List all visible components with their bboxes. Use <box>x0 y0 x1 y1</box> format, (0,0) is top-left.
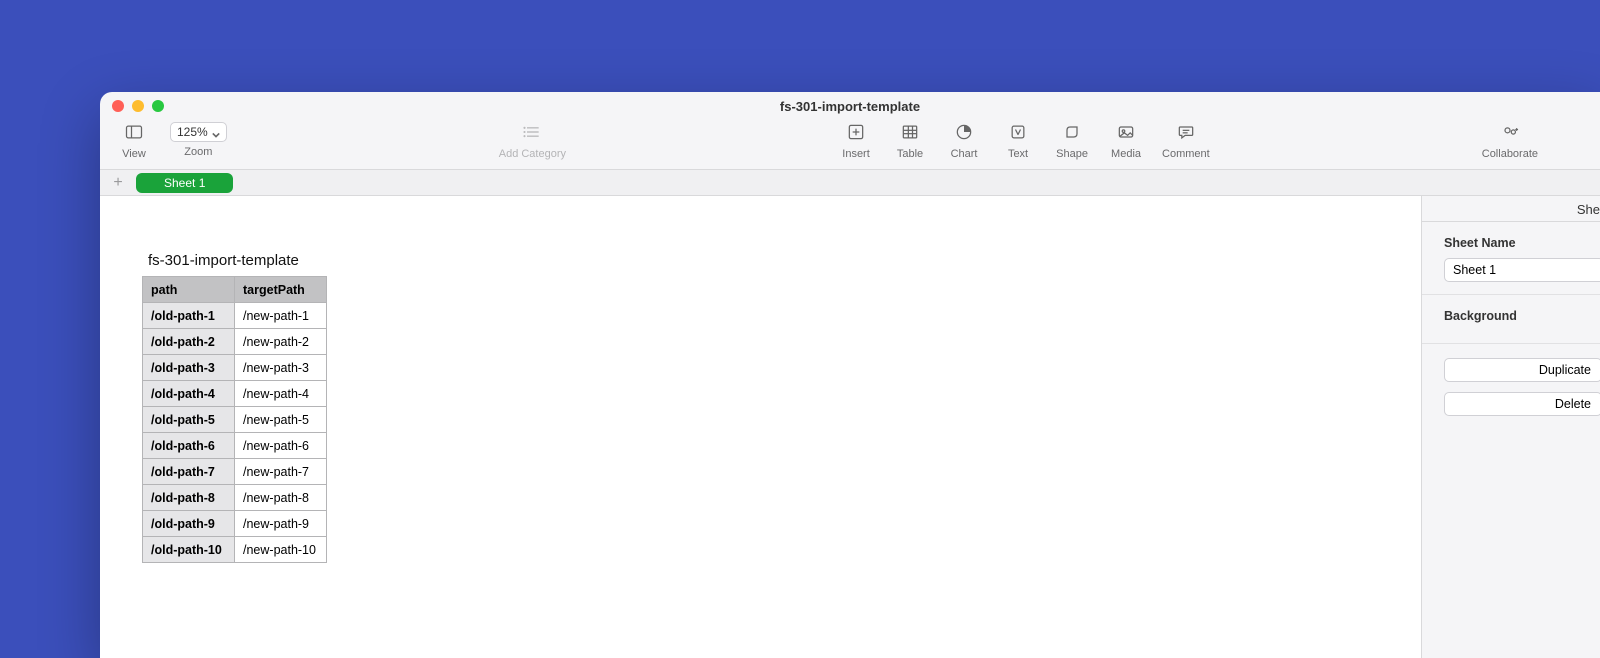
table-icon <box>900 120 920 144</box>
data-table[interactable]: path targetPath /old-path-1/new-path-1/o… <box>142 276 327 563</box>
cell[interactable]: /new-path-10 <box>235 537 327 563</box>
media-label: Media <box>1111 148 1141 160</box>
cell[interactable]: /new-path-1 <box>235 303 327 329</box>
chevron-down-icon <box>212 128 220 136</box>
cell[interactable]: /new-path-6 <box>235 433 327 459</box>
table-row[interactable]: /old-path-8/new-path-8 <box>143 485 327 511</box>
zoom-select[interactable]: 125% <box>170 122 227 142</box>
collaborate-button[interactable]: Collaborate <box>1476 120 1544 160</box>
sheet-tab-active[interactable]: Sheet 1 <box>136 173 233 193</box>
table-row[interactable]: /old-path-5/new-path-5 <box>143 407 327 433</box>
table-title[interactable]: fs-301-import-template <box>148 252 299 269</box>
row-header-cell[interactable]: /old-path-9 <box>143 511 235 537</box>
app-window: fs-301-import-template View 125% Zoom Ad… <box>100 92 1600 658</box>
cell[interactable]: /new-path-2 <box>235 329 327 355</box>
table-button[interactable]: Table <box>886 120 934 160</box>
table-row[interactable]: /old-path-3/new-path-3 <box>143 355 327 381</box>
comment-icon <box>1176 120 1196 144</box>
add-category-button[interactable]: Add Category <box>493 120 572 160</box>
row-header-cell[interactable]: /old-path-4 <box>143 381 235 407</box>
chart-icon <box>954 120 974 144</box>
insert-icon <box>846 120 866 144</box>
table-row[interactable]: /old-path-10/new-path-10 <box>143 537 327 563</box>
zoom-label: Zoom <box>184 146 212 158</box>
table-row[interactable]: /old-path-4/new-path-4 <box>143 381 327 407</box>
close-icon[interactable] <box>112 100 124 112</box>
cell[interactable]: /new-path-5 <box>235 407 327 433</box>
sidebar-icon <box>124 120 144 144</box>
row-header-cell[interactable]: /old-path-8 <box>143 485 235 511</box>
shape-button[interactable]: Shape <box>1048 120 1096 160</box>
insert-label: Insert <box>842 148 870 160</box>
text-button[interactable]: Text <box>994 120 1042 160</box>
row-header-cell[interactable]: /old-path-10 <box>143 537 235 563</box>
row-header-cell[interactable]: /old-path-5 <box>143 407 235 433</box>
add-category-label: Add Category <box>499 148 566 160</box>
table-row[interactable]: /old-path-1/new-path-1 <box>143 303 327 329</box>
row-header-cell[interactable]: /old-path-6 <box>143 433 235 459</box>
cell[interactable]: /new-path-4 <box>235 381 327 407</box>
chart-button[interactable]: Chart <box>940 120 988 160</box>
row-header-cell[interactable]: /old-path-2 <box>143 329 235 355</box>
add-sheet-button[interactable]: + <box>108 174 128 192</box>
row-header-cell[interactable]: /old-path-7 <box>143 459 235 485</box>
duplicate-button[interactable]: Duplicate <box>1444 358 1600 382</box>
table-header-row[interactable]: path targetPath <box>143 277 327 303</box>
zoom-button[interactable]: 125% Zoom <box>164 120 233 158</box>
text-icon <box>1008 120 1028 144</box>
background-label: Background <box>1444 309 1600 323</box>
titlebar: fs-301-import-template <box>100 92 1600 120</box>
background-section: Background <box>1422 295 1600 344</box>
inspector-tab[interactable]: She <box>1422 196 1600 222</box>
sheet-name-section: Sheet Name <box>1422 222 1600 295</box>
table-row[interactable]: /old-path-9/new-path-9 <box>143 511 327 537</box>
window-title: fs-301-import-template <box>100 99 1600 114</box>
inspector-panel: She Sheet Name Background Duplicate Dele… <box>1422 196 1600 658</box>
chart-label: Chart <box>951 148 978 160</box>
collaborate-label: Collaborate <box>1482 148 1538 160</box>
cell[interactable]: /new-path-8 <box>235 485 327 511</box>
minimize-icon[interactable] <box>132 100 144 112</box>
row-header-cell[interactable]: /old-path-1 <box>143 303 235 329</box>
col-header-targetpath[interactable]: targetPath <box>235 277 327 303</box>
view-label: View <box>122 148 146 160</box>
media-button[interactable]: Media <box>1102 120 1150 160</box>
traffic-lights <box>112 100 164 112</box>
row-header-cell[interactable]: /old-path-3 <box>143 355 235 381</box>
toolbar: View 125% Zoom Add Category Insert <box>100 120 1600 170</box>
table-row[interactable]: /old-path-7/new-path-7 <box>143 459 327 485</box>
table-row[interactable]: /old-path-2/new-path-2 <box>143 329 327 355</box>
cell[interactable]: /new-path-9 <box>235 511 327 537</box>
media-icon <box>1116 120 1136 144</box>
cell[interactable]: /new-path-7 <box>235 459 327 485</box>
text-label: Text <box>1008 148 1028 160</box>
cell[interactable]: /new-path-3 <box>235 355 327 381</box>
insert-button[interactable]: Insert <box>832 120 880 160</box>
col-header-path[interactable]: path <box>143 277 235 303</box>
collaborate-icon <box>1500 120 1520 144</box>
maximize-icon[interactable] <box>152 100 164 112</box>
view-button[interactable]: View <box>110 120 158 160</box>
comment-button[interactable]: Comment <box>1156 120 1216 160</box>
shape-icon <box>1062 120 1082 144</box>
delete-button[interactable]: Delete <box>1444 392 1600 416</box>
list-icon <box>522 120 542 144</box>
shape-label: Shape <box>1056 148 1088 160</box>
comment-label: Comment <box>1162 148 1210 160</box>
sheet-name-label: Sheet Name <box>1444 236 1600 250</box>
sheet-name-input[interactable] <box>1444 258 1600 282</box>
table-row[interactable]: /old-path-6/new-path-6 <box>143 433 327 459</box>
table-label: Table <box>897 148 923 160</box>
zoom-value: 125% <box>177 125 208 139</box>
sheet-tabs-bar: + Sheet 1 <box>100 170 1600 196</box>
canvas[interactable]: fs-301-import-template path targetPath /… <box>100 196 1422 658</box>
work-area: fs-301-import-template path targetPath /… <box>100 196 1600 658</box>
